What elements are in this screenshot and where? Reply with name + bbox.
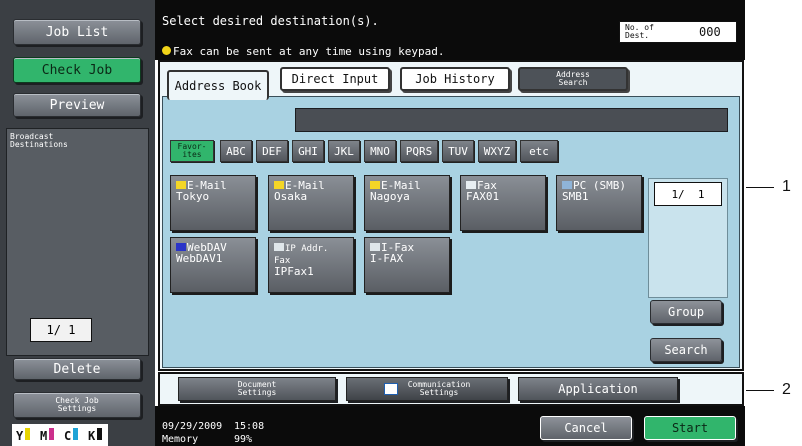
destination-ipfax-ipfax1[interactable]: IP Addr. Fax IPFax1 (268, 237, 354, 293)
fax-note: Fax can be sent at any time using keypad… (162, 45, 445, 59)
destination-name: WebDAV1 (176, 252, 223, 265)
toner-c: C (64, 428, 84, 446)
tab-application[interactable]: Application (518, 377, 678, 401)
destination-name: Tokyo (176, 190, 210, 203)
search-text-field[interactable] (295, 108, 728, 132)
tab-address-search[interactable]: Address Search (518, 67, 628, 91)
destination-fax-fax01[interactable]: Fax FAX01 (460, 175, 546, 231)
toner-y: Y (16, 428, 36, 446)
info-bulb-icon (162, 46, 171, 55)
communication-icon (383, 383, 398, 395)
destination-name: FAX01 (466, 190, 500, 203)
start-button[interactable]: Start (644, 416, 736, 440)
preview-button[interactable]: Preview (13, 93, 141, 117)
destination-email-nagoya[interactable]: E-Mail Nagoya (364, 175, 450, 231)
footer-memory-value: 99% (234, 434, 253, 445)
destination-email-tokyo[interactable]: E-Mail Tokyo (170, 175, 256, 231)
delete-button[interactable]: Delete (13, 358, 141, 380)
index-key-wxyz[interactable]: WXYZ (478, 140, 516, 162)
ipfax-icon (274, 243, 284, 251)
sidebar-page-counter: 1/ 1 (30, 318, 92, 342)
index-key-etc[interactable]: etc (520, 140, 558, 162)
callout-line-2 (746, 390, 774, 391)
index-key-tuv[interactable]: TUV (442, 140, 474, 162)
destination-name: I-FAX (370, 252, 404, 265)
envelope-icon (176, 181, 186, 189)
destination-name: Nagoya (370, 190, 410, 203)
index-key-jkl[interactable]: JKL (328, 140, 360, 162)
callout-line-1 (746, 187, 774, 188)
dest-count-value: 000 (699, 25, 721, 39)
destination-name: Osaka (274, 190, 308, 203)
webdav-icon (176, 243, 186, 251)
fax-icon (466, 181, 476, 189)
footer-time: 15:08 (234, 421, 265, 432)
index-key-abc[interactable]: ABC (220, 140, 252, 162)
instruction-text: Select desired destination(s). (162, 14, 379, 28)
index-key-mno[interactable]: MNO (364, 140, 396, 162)
index-key-ghi[interactable]: GHI (292, 140, 324, 162)
dest-count-label: No. of Dest. (625, 23, 654, 40)
tab-direct-input[interactable]: Direct Input (280, 67, 390, 91)
tab-document-settings[interactable]: Document Settings (178, 377, 336, 401)
destination-name: IPFax1 (274, 265, 314, 278)
destination-name: SMB1 (562, 190, 589, 203)
ifax-icon (370, 243, 380, 251)
destination-email-osaka[interactable]: E-Mail Osaka (268, 175, 354, 231)
check-job-settings-button[interactable]: Check Job Settings (13, 392, 141, 418)
toner-k: K (88, 428, 108, 446)
toner-m: M (40, 428, 60, 446)
envelope-icon (274, 181, 284, 189)
pc-icon (562, 181, 572, 189)
footer-date: 09/29/2009 (162, 421, 223, 432)
group-button[interactable]: Group (650, 300, 722, 324)
tab-job-history[interactable]: Job History (400, 67, 510, 91)
destination-pc-smb1[interactable]: PC (SMB) SMB1 (556, 175, 642, 231)
tab-address-book[interactable]: Address Book (167, 70, 269, 100)
broadcast-destinations-heading: Broadcast Destinations (10, 132, 68, 149)
tab-communication-settings[interactable]: Communication Settings (346, 377, 508, 401)
index-key-pqrs[interactable]: PQRS (400, 140, 438, 162)
index-key-favorites[interactable]: Favor- ites (170, 140, 214, 162)
callout-label-1: 1 (782, 178, 791, 195)
cancel-button[interactable]: Cancel (540, 416, 632, 440)
search-button[interactable]: Search (650, 338, 722, 362)
job-list-button[interactable]: Job List (13, 19, 141, 45)
index-key-def[interactable]: DEF (256, 140, 288, 162)
destination-webdav-webdav1[interactable]: WebDAV WebDAV1 (170, 237, 256, 293)
destination-ifax-ifax[interactable]: I-Fax I-FAX (364, 237, 450, 293)
check-job-button[interactable]: Check Job (13, 57, 141, 83)
envelope-icon (370, 181, 380, 189)
footer-memory-label: Memory (162, 434, 199, 445)
callout-label-2: 2 (782, 381, 791, 398)
page-indicator: 1/ 1 (654, 182, 722, 206)
